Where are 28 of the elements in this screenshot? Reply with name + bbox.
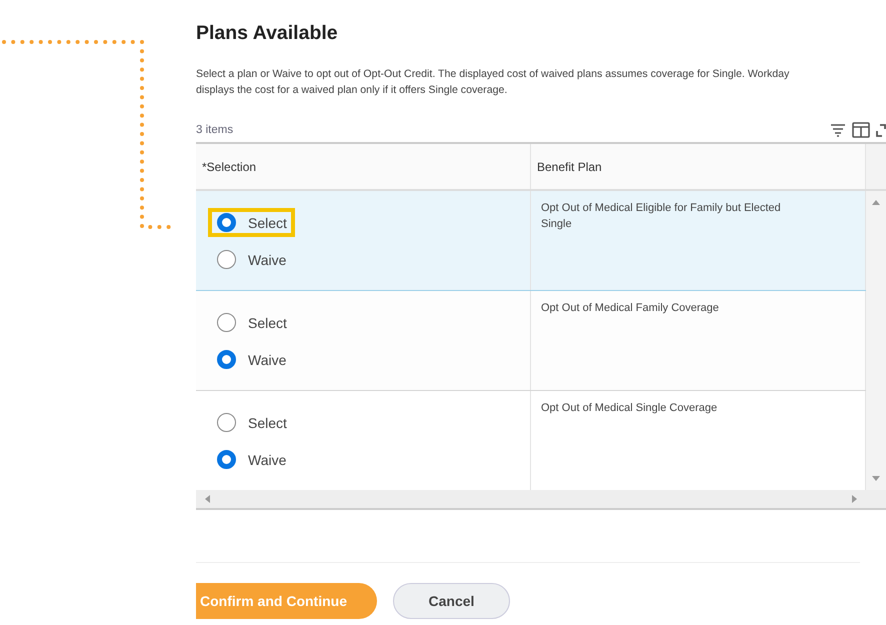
radio-button[interactable] bbox=[217, 213, 236, 232]
vertical-scrollbar[interactable] bbox=[866, 191, 886, 490]
radio-option[interactable]: Waive bbox=[204, 441, 298, 478]
table-row[interactable]: Select Waive Opt Out of Medical Eligible for Family but Elected Single bbox=[196, 191, 866, 291]
radio-option[interactable]: Select bbox=[204, 304, 299, 341]
scroll-up-icon[interactable] bbox=[872, 199, 880, 205]
radio-option[interactable]: Waive bbox=[204, 341, 298, 378]
radio-button[interactable] bbox=[217, 350, 236, 369]
horizontal-scrollbar[interactable] bbox=[196, 490, 886, 510]
radio-option[interactable]: Select bbox=[204, 204, 299, 241]
scroll-right-icon[interactable] bbox=[852, 495, 858, 503]
page-title: Plans Available bbox=[196, 22, 339, 46]
radio-option[interactable]: Waive bbox=[204, 241, 298, 278]
scroll-down-icon[interactable] bbox=[872, 476, 880, 482]
description-text: Select a plan or Waive to opt out of Opt-Out Credit. The displayed cost of waived plans assumes coverage for Single. Workday displays the cost for a waived plan only if it offers Single coverage. bbox=[196, 67, 790, 98]
radio-button[interactable] bbox=[217, 413, 236, 432]
radio-option[interactable]: Select bbox=[204, 404, 299, 441]
radio-button[interactable] bbox=[217, 450, 236, 469]
scroll-left-icon[interactable] bbox=[204, 495, 210, 503]
radio-button[interactable] bbox=[217, 313, 236, 332]
item-count: 3 items bbox=[196, 124, 234, 136]
cancel-button[interactable]: Cancel bbox=[393, 583, 510, 619]
column-header: *Selection bbox=[196, 144, 531, 189]
expand-icon[interactable] bbox=[876, 123, 886, 137]
radio-button[interactable] bbox=[217, 250, 236, 269]
columns-icon[interactable] bbox=[852, 122, 870, 138]
table-row[interactable]: Select Waive Opt Out of Medical Family Coverage bbox=[196, 291, 866, 391]
filter-icon[interactable] bbox=[830, 123, 846, 137]
